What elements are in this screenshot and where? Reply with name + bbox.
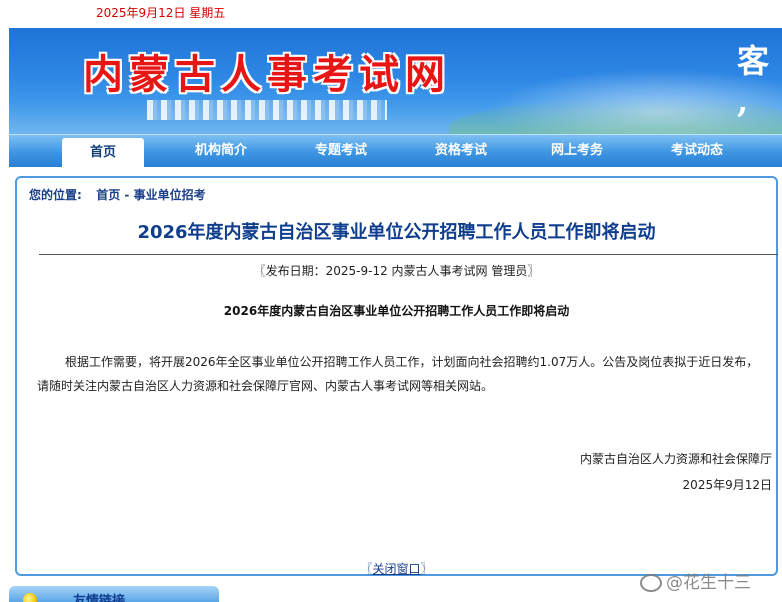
article-body: 根据工作需要，将开展2026年全区事业单位公开招聘工作人员工作，计划面向社会招聘… — [37, 355, 759, 393]
close-bracket-right: 〗 — [420, 562, 433, 576]
breadcrumb-label: 您的位置: — [29, 188, 82, 202]
close-window-link[interactable]: 关闭窗口 — [372, 562, 420, 576]
nav-item-qualification-exams[interactable]: 资格考试 — [419, 135, 503, 167]
main-nav: 首页 机构简介 专题考试 资格考试 网上考务 考试动态 — [9, 134, 782, 167]
article-sign-date: 2025年9月12日 — [682, 478, 772, 492]
breadcrumb-home-link[interactable]: 首页 — [96, 188, 120, 202]
article-meta: 〖发布日期：2025-9-12 内蒙古人事考试网 管理员〗 — [253, 264, 540, 278]
breadcrumb: 您的位置: 首页 - 事业单位招考 — [29, 186, 206, 203]
article-subheading: 2026年度内蒙古自治区事业单位公开招聘工作人员工作即将启动 — [223, 304, 570, 318]
weibo-icon — [640, 574, 662, 592]
nav-item-special-exams[interactable]: 专题考试 — [299, 135, 383, 167]
watermark: @花生十三 — [640, 568, 751, 593]
site-title: 内蒙古人事考试网 — [83, 51, 451, 98]
article-panel: 您的位置: 首页 - 事业单位招考 2026年度内蒙古自治区事业单位公开招聘工作… — [15, 176, 778, 576]
nav-item-about[interactable]: 机构简介 — [179, 135, 263, 167]
nav-item-home[interactable]: 首页 — [62, 138, 144, 167]
current-date: 2025年9月12日 星期五 — [96, 6, 226, 20]
breadcrumb-separator: - — [124, 188, 134, 202]
nav-item-exam-news[interactable]: 考试动态 — [655, 135, 739, 167]
breadcrumb-current-link[interactable]: 事业单位招考 — [134, 188, 206, 202]
article-title: 2026年度内蒙古自治区事业单位公开招聘工作人员工作即将启动 — [137, 222, 656, 243]
bullet-icon — [23, 593, 37, 602]
watermark-text: @花生十三 — [666, 573, 751, 593]
site-banner: 内蒙古人事考试网 客 , — [9, 28, 782, 134]
nav-item-online-affairs[interactable]: 网上考务 — [535, 135, 619, 167]
title-divider — [39, 254, 778, 255]
friend-links-bar: 友情链接 — [9, 586, 219, 602]
close-bracket-left: 〖 — [360, 562, 373, 576]
article-signature: 内蒙古自治区人力资源和社会保障厅 — [579, 452, 772, 466]
site-subtitle-blurred — [147, 100, 387, 120]
date-bar: 2025年9月12日 星期五 — [0, 0, 782, 28]
friend-links-label: 友情链接 — [73, 594, 126, 602]
banner-right-text: 客 , — [737, 42, 770, 120]
